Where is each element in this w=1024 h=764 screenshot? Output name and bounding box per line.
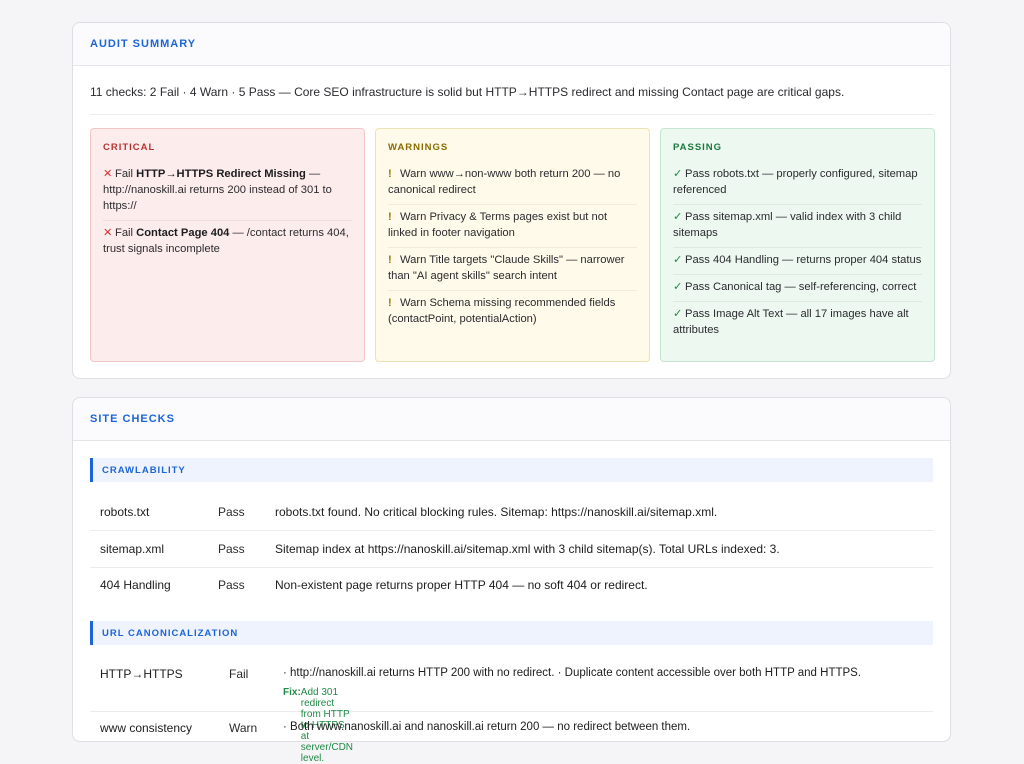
check-icon: ✓ bbox=[673, 281, 683, 293]
passing-item: ✓ Pass Image Alt Text — all 17 images hav… bbox=[673, 302, 922, 344]
check-description: · http://nanoskill.ai returns HTTP 200 w… bbox=[283, 667, 862, 679]
item-status: Pass bbox=[685, 168, 710, 180]
check-icon: ✓ bbox=[673, 168, 683, 180]
check-name: sitemap.xml bbox=[100, 542, 165, 556]
x-mark-icon: ✕ bbox=[103, 227, 113, 239]
item-status: Pass bbox=[685, 308, 710, 320]
check-name: www consistency bbox=[100, 721, 193, 735]
item-text: Canonical tag — self-referencing, correc… bbox=[712, 281, 917, 293]
item-status: Pass bbox=[685, 211, 710, 223]
check-icon: ✓ bbox=[673, 211, 683, 223]
url-canonicalization-section-header: URL CANONICALIZATION bbox=[90, 621, 933, 645]
warnings-panel: WARNINGS ! Warn www→non-www both return 2… bbox=[375, 128, 650, 362]
warning-item: ! Warn Title targets "Claude Skills" — na… bbox=[388, 248, 637, 291]
warning-item: ! Warn Privacy & Terms pages exist but no… bbox=[388, 205, 637, 248]
check-description: robots.txt found. No critical blocking r… bbox=[275, 505, 718, 519]
item-name: HTTP→HTTPS Redirect Missing bbox=[136, 168, 306, 180]
critical-panel: CRITICAL ✕ Fail HTTP→HTTPS Redirect Missi… bbox=[90, 128, 365, 362]
critical-item: ✕ Fail Contact Page 404 — /contact return… bbox=[103, 221, 352, 263]
exclamation-icon: ! bbox=[388, 297, 392, 309]
passing-title: PASSING bbox=[673, 142, 723, 153]
exclamation-icon: ! bbox=[388, 254, 392, 266]
fix-label: Fix: bbox=[283, 687, 301, 698]
warning-item: ! Warn www→non-www both return 200 — no c… bbox=[388, 162, 637, 205]
item-name: Contact Page 404 bbox=[136, 227, 230, 239]
item-text: robots.txt — properly configured, sitema… bbox=[673, 168, 918, 196]
check-row: www consistency Warn · Both www.nanoskil… bbox=[90, 712, 933, 742]
passing-item: ✓ Pass sitemap.xml — valid index with 3 c… bbox=[673, 205, 922, 248]
audit-summary-card: AUDIT SUMMARY 11 checks: 2 Fail · 4 Warn… bbox=[72, 22, 951, 379]
check-description: · Both www.nanoskill.ai and nanoskill.ai… bbox=[283, 721, 691, 733]
item-status: Warn bbox=[400, 168, 427, 180]
passing-item: ✓ Pass Canonical tag — self-referencing, … bbox=[673, 275, 922, 302]
check-icon: ✓ bbox=[673, 254, 683, 266]
item-status: Warn bbox=[400, 297, 427, 309]
check-row: sitemap.xml Pass Sitemap index at https:… bbox=[90, 531, 933, 568]
check-status: Fail bbox=[229, 667, 249, 681]
exclamation-icon: ! bbox=[388, 168, 392, 180]
check-status: Pass bbox=[218, 542, 245, 556]
warnings-title: WARNINGS bbox=[388, 142, 449, 153]
item-status: Pass bbox=[685, 254, 710, 266]
check-description: Non-existent page returns proper HTTP 40… bbox=[275, 578, 648, 592]
item-status: Warn bbox=[400, 254, 427, 266]
critical-title: CRITICAL bbox=[103, 142, 156, 153]
crawlability-section-header: CRAWLABILITY bbox=[90, 458, 933, 482]
check-icon: ✓ bbox=[673, 308, 683, 320]
summary-columns: CRITICAL ✕ Fail HTTP→HTTPS Redirect Missi… bbox=[90, 128, 935, 362]
item-text: 404 Handling — returns proper 404 status bbox=[712, 254, 922, 266]
critical-item: ✕ Fail HTTP→HTTPS Redirect Missing — http… bbox=[103, 162, 352, 221]
item-status: Fail bbox=[115, 227, 134, 239]
check-row: HTTP→HTTPS Fail · http://nanoskill.ai re… bbox=[90, 661, 933, 764]
warning-item: ! Warn Schema missing recommended fields … bbox=[388, 291, 637, 333]
item-status: Fail bbox=[115, 168, 134, 180]
check-name: 404 Handling bbox=[100, 578, 171, 592]
site-checks-card: SITE CHECKS CRAWLABILITY robots.txt Pass… bbox=[72, 397, 951, 764]
audit-summary-title: AUDIT SUMMARY bbox=[73, 23, 950, 66]
check-status: Pass bbox=[218, 578, 245, 592]
item-status: Pass bbox=[685, 281, 710, 293]
check-name: robots.txt bbox=[100, 505, 150, 519]
check-name: HTTP→HTTPS bbox=[100, 667, 183, 681]
passing-item: ✓ Pass 404 Handling — returns proper 404 … bbox=[673, 248, 922, 275]
check-row: 404 Handling Pass Non-existent page retu… bbox=[90, 568, 933, 604]
exclamation-icon: ! bbox=[388, 211, 392, 223]
passing-item: ✓ Pass robots.txt — properly configured, … bbox=[673, 162, 922, 205]
audit-summary-text: 11 checks: 2 Fail · 4 Warn · 5 Pass — Co… bbox=[90, 66, 933, 115]
fix-note: Fix: Add 301 redirect from HTTP to HTTPS… bbox=[283, 687, 353, 764]
check-status: Pass bbox=[218, 505, 245, 519]
check-description: Sitemap index at https://nanoskill.ai/si… bbox=[275, 542, 780, 556]
passing-panel: PASSING ✓ Pass robots.txt — properly conf… bbox=[660, 128, 935, 362]
check-status: Warn bbox=[229, 721, 258, 735]
x-mark-icon: ✕ bbox=[103, 168, 113, 180]
item-status: Warn bbox=[400, 211, 427, 223]
check-row: robots.txt Pass robots.txt found. No cri… bbox=[90, 498, 933, 531]
site-checks-title: SITE CHECKS bbox=[73, 398, 950, 441]
